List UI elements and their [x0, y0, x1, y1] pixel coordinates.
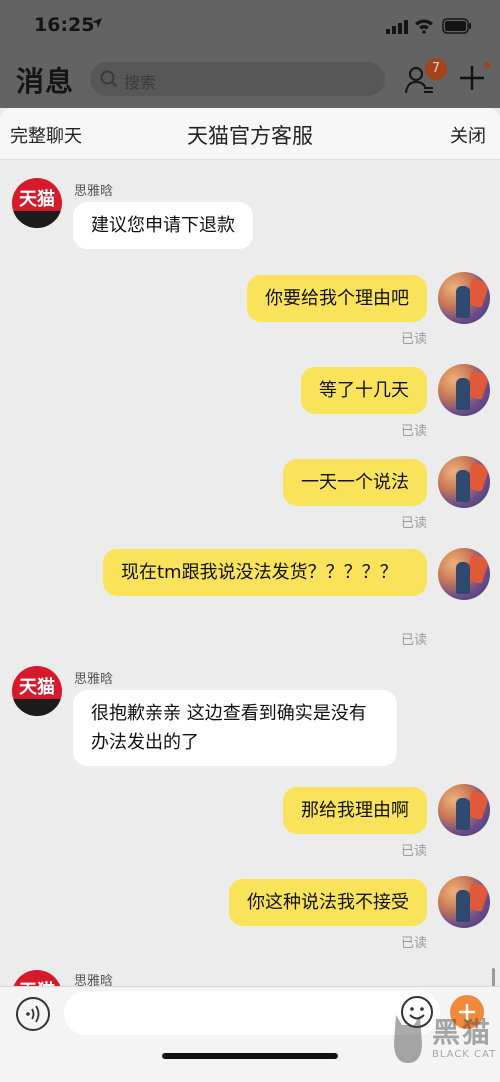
search-placeholder: 搜索 — [124, 73, 157, 92]
user-avatar[interactable] — [438, 876, 490, 928]
message-bubble-outgoing[interactable]: 那给我理由啊 — [283, 787, 427, 834]
read-receipt: 已读 — [400, 936, 427, 951]
message-bubble-outgoing[interactable]: 现在tm跟我说没法发货？？？？？ — [103, 549, 427, 596]
location-arrow-icon — [92, 18, 102, 28]
add-icon[interactable] — [458, 64, 486, 92]
message-bubble-outgoing[interactable]: 你这种说法我不接受 — [229, 879, 427, 926]
search-bar[interactable]: 搜索 — [90, 62, 385, 96]
read-receipt: 已读 — [400, 844, 427, 859]
voice-input-button[interactable] — [16, 997, 50, 1031]
read-receipt: 已读 — [400, 332, 427, 347]
status-time: 16:25 — [34, 14, 95, 36]
sender-name: 思雅晗 — [74, 672, 114, 687]
avatar-figure-shape — [456, 890, 470, 922]
battery-icon — [442, 18, 471, 34]
user-avatar[interactable] — [438, 364, 490, 416]
notification-badge: 7 — [425, 58, 447, 80]
chat-title: 天猫官方客服 — [187, 124, 313, 148]
read-receipt: 已读 — [400, 424, 427, 439]
cellular-signal-icon — [386, 20, 408, 34]
add-indicator-dot — [484, 62, 490, 68]
status-bar: 16:25 — [0, 0, 500, 54]
black-cat-logo-icon — [394, 1015, 422, 1063]
user-avatar[interactable] — [438, 784, 490, 836]
message-input-bar: 黑猫 BLACK CAT — [0, 986, 500, 1082]
message-bubble-outgoing[interactable]: 等了十几天 — [301, 367, 427, 414]
voice-icon — [26, 1005, 40, 1023]
watermark: 黑猫 BLACK CAT — [392, 1009, 500, 1069]
user-avatar[interactable] — [438, 272, 490, 324]
agent-avatar[interactable]: 天猫 — [12, 666, 62, 716]
agent-avatar[interactable]: 天猫 — [12, 178, 62, 228]
home-indicator — [162, 1053, 338, 1059]
avatar-figure-shape — [456, 378, 470, 410]
avatar-figure-shape — [456, 470, 470, 502]
page-title: 消息 — [16, 65, 75, 98]
chat-sheet-header: 完整聊天 天猫官方客服 关闭 — [0, 108, 500, 160]
tmall-logo-base — [12, 699, 62, 716]
tmall-logo-text: 天猫 — [19, 677, 55, 698]
message-bubble-outgoing[interactable]: 你要给我个理由吧 — [247, 275, 427, 322]
message-bubble-incoming[interactable]: 很抱歉亲亲 这边查看到确实是没有办法发出的了 — [73, 690, 397, 766]
tmall-logo-base — [12, 211, 62, 228]
watermark-cn: 黑猫 — [432, 1016, 493, 1049]
wifi-icon — [415, 19, 433, 34]
tmall-logo-text: 天猫 — [19, 189, 55, 210]
sender-name: 思雅晗 — [74, 184, 114, 199]
avatar-figure-shape — [456, 798, 470, 830]
close-button[interactable]: 关闭 — [450, 122, 486, 148]
avatar-figure-shape — [456, 562, 470, 594]
chat-sheet: 完整聊天 天猫官方客服 关闭 天猫 思雅晗 建议您申请下退款 你要给我个理由吧 … — [0, 108, 500, 1082]
read-receipt: 已读 — [400, 516, 427, 531]
avatar-figure-shape — [456, 286, 470, 318]
app-header-dimmed: 16:25 消息 搜索 7 — [0, 0, 500, 108]
message-bubble-outgoing[interactable]: 一天一个说法 — [283, 459, 427, 506]
watermark-en: BLACK CAT — [432, 1049, 497, 1060]
message-text-field[interactable] — [64, 991, 440, 1035]
search-icon — [100, 70, 118, 88]
read-receipt: 已读 — [400, 633, 427, 648]
user-avatar[interactable] — [438, 548, 490, 600]
user-avatar[interactable] — [438, 456, 490, 508]
message-bubble-incoming[interactable]: 建议您申请下退款 — [73, 202, 253, 249]
